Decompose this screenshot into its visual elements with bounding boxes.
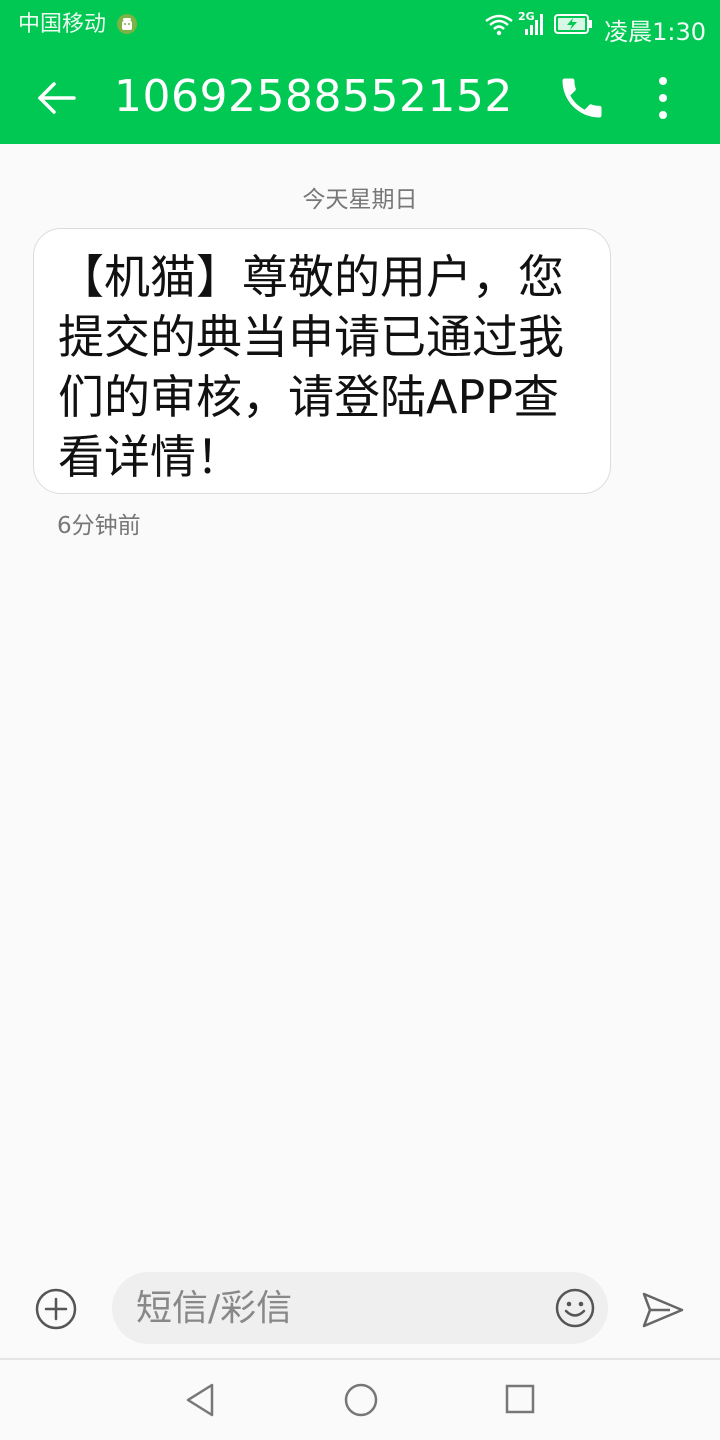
send-button[interactable] xyxy=(640,1288,686,1332)
emoji-button[interactable] xyxy=(554,1287,596,1329)
arrow-left-icon xyxy=(38,82,76,114)
message-input-container xyxy=(112,1272,608,1344)
status-bar: 中国移动 2G 凌晨1:30 xyxy=(0,0,720,50)
square-recents-icon xyxy=(505,1384,535,1414)
more-vertical-icon xyxy=(659,77,667,119)
smiley-icon xyxy=(555,1288,595,1328)
message-composer xyxy=(0,1268,720,1358)
contact-number-title: 10692588552152 xyxy=(114,71,513,122)
call-button[interactable] xyxy=(556,72,608,124)
wifi-icon xyxy=(484,12,514,36)
send-icon xyxy=(642,1292,684,1328)
nav-back-button[interactable] xyxy=(184,1382,216,1418)
android-robot-icon xyxy=(116,13,138,35)
status-time: 凌晨1:30 xyxy=(604,18,706,46)
nav-recents-button[interactable] xyxy=(504,1383,536,1415)
message-text: 【机猫】尊敬的用户，您提交的典当申请已通过我们的审核，请登陆APP查看详情！ xyxy=(58,250,564,484)
date-divider: 今天星期日 xyxy=(302,187,418,213)
message-input[interactable] xyxy=(136,1282,536,1334)
carrier-name: 中国移动 xyxy=(18,12,107,37)
conversation-header: 10692588552152 xyxy=(0,50,720,144)
back-button[interactable] xyxy=(30,72,82,124)
more-options-button[interactable] xyxy=(640,72,686,124)
add-attachment-button[interactable] xyxy=(34,1287,78,1331)
battery-charging-icon xyxy=(554,13,594,35)
plus-circle-icon xyxy=(35,1288,77,1330)
triangle-back-icon xyxy=(186,1383,214,1417)
system-navigation-bar xyxy=(0,1360,720,1440)
app-top-bar: 中国移动 2G 凌晨1:30 10692588552152 xyxy=(0,0,720,144)
phone-icon xyxy=(562,78,602,118)
signal-icon xyxy=(524,12,546,36)
circle-home-icon xyxy=(344,1383,378,1417)
message-bubble[interactable]: 【机猫】尊敬的用户，您提交的典当申请已通过我们的审核，请登陆APP查看详情！ xyxy=(33,228,611,494)
message-timestamp: 6分钟前 xyxy=(57,513,141,539)
nav-home-button[interactable] xyxy=(343,1382,379,1418)
